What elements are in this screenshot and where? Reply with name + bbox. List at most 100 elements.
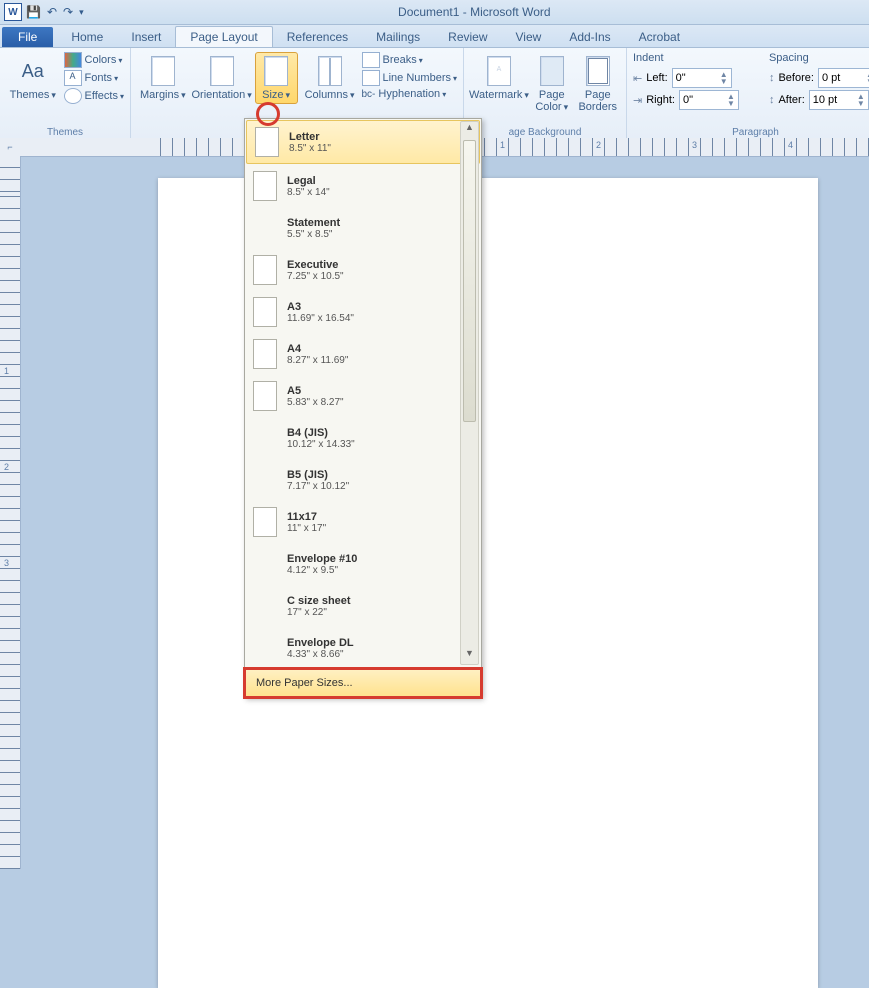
tab-mailings[interactable]: Mailings: [362, 27, 434, 47]
save-icon[interactable]: 💾: [26, 5, 41, 19]
size-option-name: B5 (JIS): [287, 469, 349, 481]
tab-view[interactable]: View: [502, 27, 556, 47]
size-option-name: 11x17: [287, 511, 326, 523]
size-option-legal[interactable]: Legal8.5" x 14": [245, 165, 481, 207]
effects-button[interactable]: Effects: [64, 88, 124, 104]
redo-icon[interactable]: ↷: [63, 5, 73, 19]
orientation-button[interactable]: Orientation: [193, 52, 251, 104]
size-option-executive[interactable]: Executive7.25" x 10.5": [245, 249, 481, 291]
size-option-name: Statement: [287, 217, 340, 229]
title-bar: W 💾 ↶ ↷ ▾ Document1 - Microsoft Word: [0, 0, 869, 25]
group-page-background: A Watermark Page Color Page Borders age …: [464, 48, 627, 140]
themes-button[interactable]: Aa Themes: [6, 52, 60, 104]
size-option-envelope-dl[interactable]: Envelope DL4.33" x 8.66": [245, 627, 481, 669]
size-option-b5-jis-[interactable]: B5 (JIS)7.17" x 10.12": [245, 459, 481, 501]
page-thumb-icon: [253, 339, 277, 369]
size-option-c-size-sheet[interactable]: C size sheet17" x 22": [245, 585, 481, 627]
size-option-dimensions: 11.69" x 16.54": [287, 313, 354, 324]
indent-right-label: Right:: [646, 94, 675, 106]
size-option-dimensions: 8.5" x 14": [287, 187, 330, 198]
spacing-after-label: After:: [778, 94, 804, 106]
size-option-letter[interactable]: Letter8.5" x 11": [246, 120, 480, 164]
size-option-name: Legal: [287, 175, 330, 187]
indent-right-icon: ⇥: [633, 94, 642, 107]
highlight-circle: [256, 102, 280, 126]
page-thumb-icon: [253, 507, 277, 537]
size-option-dimensions: 4.33" x 8.66": [287, 649, 354, 660]
undo-icon[interactable]: ↶: [47, 5, 57, 19]
page-thumb-icon: [253, 171, 277, 201]
size-option-dimensions: 10.12" x 14.33": [287, 439, 355, 450]
size-option-name: Letter: [289, 131, 331, 143]
word-app-icon: W: [4, 3, 22, 21]
page-thumb-icon: [255, 127, 279, 157]
ribbon-tabs: File Home Insert Page Layout References …: [0, 25, 869, 48]
spacing-before-icon: ↕: [769, 72, 775, 84]
more-paper-sizes-button[interactable]: More Paper Sizes...: [243, 667, 483, 699]
group-themes: Aa Themes Colors AFonts Effects Themes: [0, 48, 131, 140]
watermark-button[interactable]: A Watermark: [470, 52, 528, 104]
indent-left-icon: ⇤: [633, 72, 642, 85]
columns-button[interactable]: Columns: [302, 52, 358, 104]
group-page-background-label: age Background: [470, 127, 620, 138]
tab-page-layout[interactable]: Page Layout: [175, 26, 272, 47]
hyphenation-button[interactable]: bc‐Hyphenation: [362, 88, 458, 100]
size-option-name: C size sheet: [287, 595, 351, 607]
tab-acrobat[interactable]: Acrobat: [625, 27, 694, 47]
line-numbers-button[interactable]: Line Numbers: [362, 70, 458, 86]
size-option-envelope-10[interactable]: Envelope #104.12" x 9.5": [245, 543, 481, 585]
dropdown-scrollbar[interactable]: ▲ ▼: [460, 121, 479, 665]
size-option-b4-jis-[interactable]: B4 (JIS)10.12" x 14.33": [245, 417, 481, 459]
tab-insert[interactable]: Insert: [117, 27, 175, 47]
page-thumb-icon: [253, 381, 277, 411]
tab-references[interactable]: References: [273, 27, 362, 47]
spacing-after-input[interactable]: 10 pt▲▼: [809, 90, 869, 110]
size-option-name: A5: [287, 385, 344, 397]
scroll-thumb[interactable]: [463, 140, 476, 422]
size-option-name: A3: [287, 301, 354, 313]
tab-review[interactable]: Review: [434, 27, 501, 47]
scroll-up-icon[interactable]: ▲: [461, 122, 478, 138]
size-option-11x17[interactable]: 11x1711" x 17": [245, 501, 481, 543]
size-option-name: Envelope DL: [287, 637, 354, 649]
size-option-a4[interactable]: A48.27" x 11.69": [245, 333, 481, 375]
size-option-dimensions: 5.5" x 8.5": [287, 229, 340, 240]
size-dropdown: Letter8.5" x 11"Legal8.5" x 14"Statement…: [244, 118, 482, 698]
size-option-dimensions: 8.5" x 11": [289, 143, 331, 154]
size-option-a3[interactable]: A311.69" x 16.54": [245, 291, 481, 333]
vertical-ruler[interactable]: 1 2 3: [0, 156, 21, 869]
size-option-dimensions: 11" x 17": [287, 523, 326, 534]
size-option-dimensions: 17" x 22": [287, 607, 351, 618]
spacing-before-input[interactable]: 0 pt▲▼: [818, 68, 869, 88]
size-button[interactable]: Size: [255, 52, 298, 104]
group-paragraph: Indent ⇤ Left: 0"▲▼ ⇥ Right: 0"▲▼ Spacin…: [627, 48, 869, 140]
quick-access-toolbar: 💾 ↶ ↷ ▾: [26, 5, 84, 19]
spacing-before-label: Before:: [778, 72, 813, 84]
size-option-dimensions: 7.25" x 10.5": [287, 271, 344, 282]
indent-left-input[interactable]: 0"▲▼: [672, 68, 732, 88]
indent-right-input[interactable]: 0"▲▼: [679, 90, 739, 110]
page-color-button[interactable]: Page Color: [532, 52, 571, 116]
size-option-dimensions: 4.12" x 9.5": [287, 565, 357, 576]
size-option-name: Envelope #10: [287, 553, 357, 565]
ruler-corner: ⌐: [0, 138, 21, 157]
size-option-statement[interactable]: Statement5.5" x 8.5": [245, 207, 481, 249]
page-thumb-icon: [253, 297, 277, 327]
tab-add-ins[interactable]: Add-Ins: [555, 27, 624, 47]
scroll-down-icon[interactable]: ▼: [461, 648, 478, 664]
tab-file[interactable]: File: [2, 27, 53, 47]
size-option-a5[interactable]: A55.83" x 8.27": [245, 375, 481, 417]
page-thumb-icon: [253, 255, 277, 285]
margins-button[interactable]: Margins: [137, 52, 189, 104]
tab-home[interactable]: Home: [57, 27, 117, 47]
ribbon: Aa Themes Colors AFonts Effects Themes M…: [0, 48, 869, 141]
page-borders-button[interactable]: Page Borders: [575, 52, 620, 116]
fonts-button[interactable]: AFonts: [64, 70, 124, 86]
size-option-name: A4: [287, 343, 348, 355]
size-option-dimensions: 7.17" x 10.12": [287, 481, 349, 492]
size-option-name: Executive: [287, 259, 344, 271]
window-title: Document1 - Microsoft Word: [84, 5, 865, 19]
indent-left-label: Left:: [646, 72, 667, 84]
breaks-button[interactable]: Breaks: [362, 52, 458, 68]
colors-button[interactable]: Colors: [64, 52, 124, 68]
